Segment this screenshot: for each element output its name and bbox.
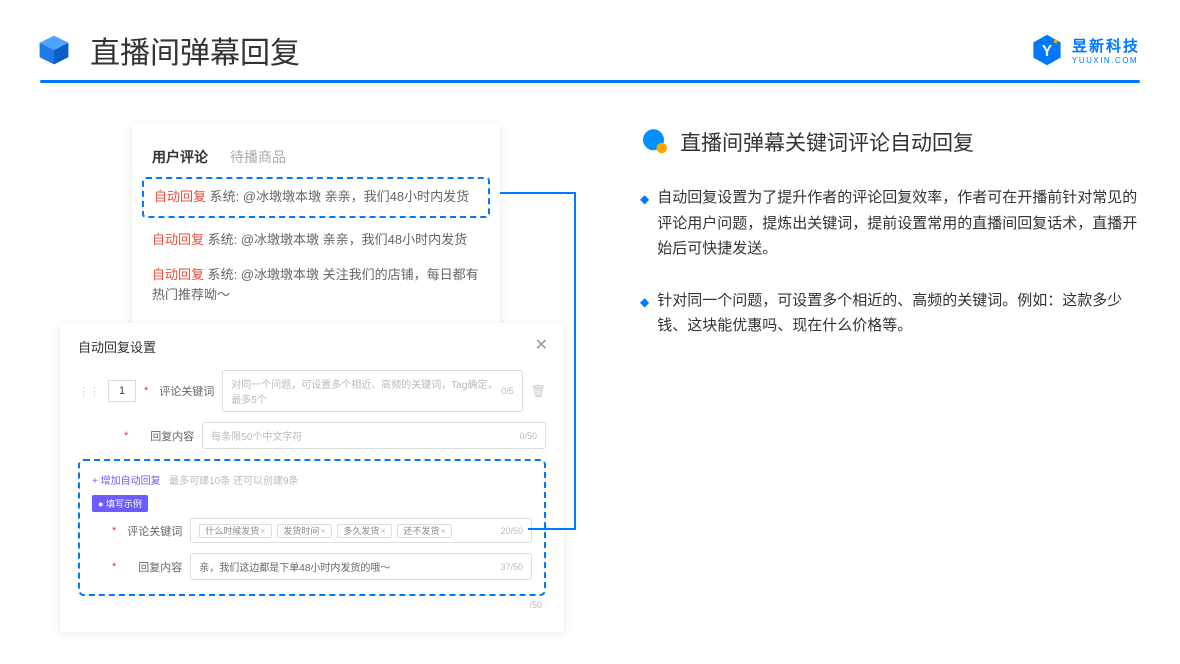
example-content-input[interactable]: 亲，我们这边都是下单48小时内发货的哦～ 37/50 [190, 553, 532, 580]
comment-text: 系统: @冰墩墩本墩 亲亲，我们48小时内发货 [210, 189, 470, 204]
brand-name-en: YUUXIN.COM [1072, 56, 1140, 65]
add-hint: 最多可建10条 还可以创建9条 [169, 476, 298, 487]
drag-handle-icon[interactable]: ⋮⋮ [78, 385, 100, 398]
explanation-panel: 直播间弹幕关键词评论自动回复 ◆ 自动回复设置为了提升作者的评论回复效率，作者可… [640, 123, 1140, 603]
outer-counter: /50 [78, 600, 546, 610]
auto-reply-tag: 自动回复 [154, 189, 206, 204]
comments-panel: 用户评论 待播商品 自动回复 系统: @冰墩墩本墩 亲亲，我们48小时内发货 自… [132, 123, 500, 340]
svg-text:Y: Y [1042, 43, 1052, 60]
keyword-chip[interactable]: 还不发货× [397, 524, 451, 538]
connector-line [500, 192, 576, 194]
example-keyword-label: 评论关键词 [126, 523, 182, 539]
add-auto-reply-link[interactable]: + 增加自动回复 [92, 476, 161, 487]
bullet-text: 针对同一个问题，可设置多个相近的、高频的关键词。例如：这款多少钱、这块能优惠吗、… [657, 288, 1140, 339]
cube-icon [36, 32, 72, 68]
screenshot-mock: 用户评论 待播商品 自动回复 系统: @冰墩墩本墩 亲亲，我们48小时内发货 自… [60, 123, 580, 603]
page-title: 直播间弹幕回复 [90, 28, 300, 72]
highlighted-comment: 自动回复 系统: @冰墩墩本墩 亲亲，我们48小时内发货 [142, 177, 490, 218]
keyword-input[interactable]: 对同一个问题，可设置多个相近、高频的关键词，Tag确定，最多5个 0/5 [222, 370, 522, 412]
example-content-text: 亲，我们这边都是下单48小时内发货的哦～ [199, 559, 390, 574]
content-placeholder: 每条限50个中文字符 [211, 428, 302, 443]
keyword-chip[interactable]: 发货时间× [277, 524, 331, 538]
explanation-title: 直播间弹幕关键词评论自动回复 [680, 127, 974, 157]
brand-logo: Y 昱新科技 YUUXIN.COM [1030, 33, 1140, 67]
page-header: 直播间弹幕回复 Y 昱新科技 YUUXIN.COM [0, 0, 1180, 80]
example-badge: ● 填写示例 [92, 495, 148, 512]
diamond-bullet-icon: ◆ [640, 189, 649, 262]
connector-line [574, 192, 576, 530]
bullet-item: ◆ 针对同一个问题，可设置多个相近的、高频的关键词。例如：这款多少钱、这块能优惠… [640, 288, 1140, 339]
tab-user-comments[interactable]: 用户评论 [152, 147, 208, 167]
brand-name-cn: 昱新科技 [1072, 35, 1140, 56]
bullet-text: 自动回复设置为了提升作者的评论回复效率，作者可在开播前针对常见的评论用户问题，提… [657, 185, 1140, 262]
keyword-chip[interactable]: 什么时候发货× [199, 524, 271, 538]
comment-text: 系统: @冰墩墩本墩 亲亲，我们48小时内发货 [208, 232, 468, 247]
content-input[interactable]: 每条限50个中文字符 0/50 [202, 422, 546, 449]
content-counter: 0/50 [519, 431, 537, 441]
example-section: + 增加自动回复 最多可建10条 还可以创建9条 ● 填写示例 * 评论关键词 … [78, 459, 546, 596]
keyword-chip[interactable]: 多久发货× [337, 524, 391, 538]
delete-icon[interactable]: 🗑 [531, 384, 546, 398]
auto-reply-tag: 自动回复 [152, 267, 204, 282]
diamond-bullet-icon: ◆ [640, 292, 649, 339]
tab-pending-goods[interactable]: 待播商品 [230, 147, 286, 167]
chat-bubble-icon [640, 127, 670, 157]
example-keyword-input[interactable]: 什么时候发货× 发货时间× 多久发货× 还不发货× 20/50 [190, 518, 532, 543]
settings-title: 自动回复设置 [78, 337, 546, 356]
close-icon[interactable]: ✕ [535, 335, 548, 355]
connector-line [528, 528, 576, 530]
keyword-placeholder: 对同一个问题，可设置多个相近、高频的关键词，Tag确定，最多5个 [231, 376, 501, 406]
keyword-counter: 0/5 [501, 386, 514, 396]
auto-reply-settings-panel: 自动回复设置 ✕ ⋮⋮ 1 * 评论关键词 对同一个问题，可设置多个相近、高频的… [60, 323, 564, 632]
brand-hexagon-icon: Y [1030, 33, 1064, 67]
example-content-label: 回复内容 [126, 559, 182, 575]
example-kw-counter: 20/50 [500, 526, 523, 536]
rule-number: 1 [108, 380, 136, 402]
keyword-label: 评论关键词 [158, 383, 214, 399]
bullet-item: ◆ 自动回复设置为了提升作者的评论回复效率，作者可在开播前针对常见的评论用户问题… [640, 185, 1140, 262]
example-content-counter: 37/50 [500, 562, 523, 572]
content-label: 回复内容 [138, 428, 194, 444]
auto-reply-tag: 自动回复 [152, 232, 204, 247]
